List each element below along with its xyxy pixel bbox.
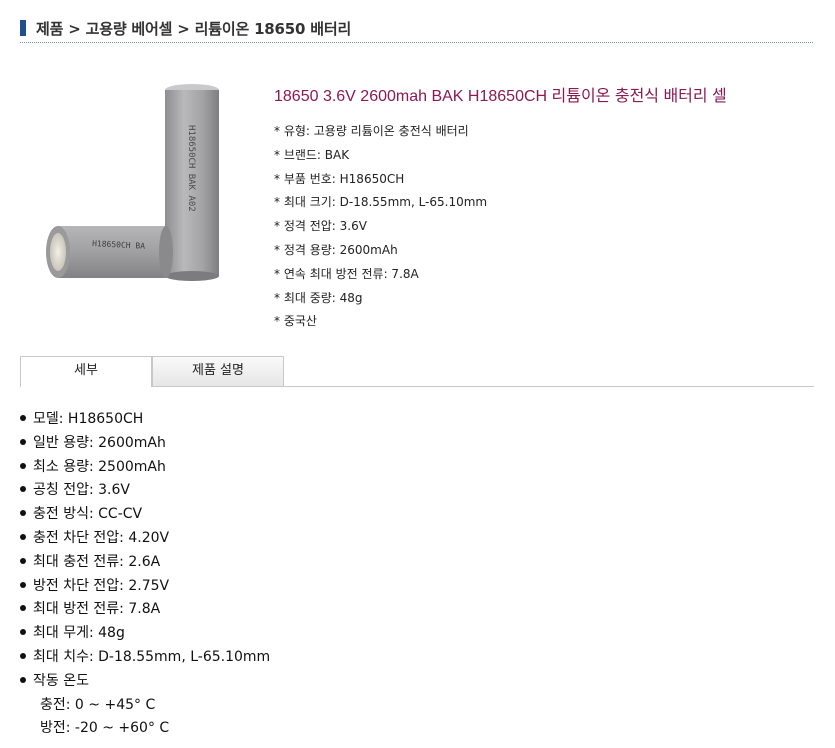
- bullet-icon: [20, 462, 26, 469]
- spec-item: * 중국산: [274, 314, 317, 329]
- list-item: 최대 방전 전류: 7.8A: [20, 598, 270, 622]
- spec-item: * 최대 중량: 48g: [274, 290, 363, 305]
- spec-item: * 정격 전압: 3.6V: [274, 219, 367, 234]
- list-item: 모델: H18650CH: [20, 408, 270, 432]
- spec-item: * 연속 최대 방전 전류: 7.8A: [274, 266, 419, 281]
- list-item: 최대 무게: 48g: [20, 622, 270, 646]
- list-item: 작동 온도: [20, 670, 270, 694]
- list-item: 일반 용량: 2600mAh: [20, 432, 270, 456]
- detail-list: 모델: H18650CH 일반 용량: 2600mAh 최소 용량: 2500m…: [20, 408, 270, 741]
- operating-temp-discharge: 방전: -20 ~ +60° C: [40, 720, 170, 737]
- list-item: 충전 차단 전압: 4.20V: [20, 527, 270, 551]
- spec-list: * 유형: 고용량 리튬이온 충전식 배터리 * 브랜드: BAK * 부품 번…: [274, 120, 487, 334]
- bullet-icon: [20, 415, 26, 421]
- spec-item: * 정격 용량: 2600mAh: [274, 242, 398, 257]
- list-item: 충전 방식: CC-CV: [20, 503, 270, 527]
- breadcrumb-marker: [20, 20, 26, 36]
- spec-item: * 최대 크기: D-18.55mm, L-65.10mm: [274, 195, 488, 210]
- list-item: 방전 차단 전압: 2.75V: [20, 575, 270, 599]
- list-item: 최대 치수: D-18.55mm, L-65.10mm: [20, 646, 270, 670]
- list-item: 최대 충전 전류: 2.6A: [20, 551, 270, 575]
- operating-temp-charge: 충전: 0 ~ +45° C: [40, 696, 156, 713]
- bullet-icon: [20, 581, 26, 588]
- product-title: 18650 3.6V 2600mah BAK H18650CH 리튬이온 충전식…: [274, 88, 727, 105]
- lying-cell: H18650CH BA: [46, 226, 173, 278]
- tab-bar: 세부 제품 설명: [20, 356, 814, 387]
- bullet-icon: [20, 605, 26, 612]
- spec-item: * 부품 번호: H18650CH: [274, 171, 405, 186]
- list-item: 최소 용량: 2500mAh: [20, 456, 270, 480]
- spec-item: * 유형: 고용량 리튬이온 충전식 배터리: [274, 124, 469, 138]
- bullet-icon: [20, 510, 26, 517]
- product-image: H18650CH BAK A02 H18650CH BA: [46, 84, 219, 281]
- bullet-icon: [20, 486, 26, 493]
- bullet-icon: [20, 629, 26, 636]
- standing-cell: H18650CH BAK A02: [165, 84, 219, 281]
- tab-detail[interactable]: 세부: [20, 356, 152, 387]
- bullet-icon: [20, 652, 26, 659]
- spec-item: * 브랜드: BAK: [274, 147, 350, 162]
- list-item: 공칭 전압: 3.6V: [20, 479, 270, 503]
- standing-cell-label: H18650CH BAK A02: [186, 125, 196, 212]
- breadcrumb-text[interactable]: 제품 > 고용량 베어셀 > 리튬이온 18650 배터리: [36, 18, 351, 39]
- bullet-icon: [20, 438, 26, 445]
- bullet-icon: [20, 533, 26, 540]
- bullet-icon: [20, 676, 26, 683]
- breadcrumb: 제품 > 고용량 베어셀 > 리튬이온 18650 배터리: [20, 16, 813, 43]
- tab-description[interactable]: 제품 설명: [152, 356, 284, 386]
- bullet-icon: [20, 557, 26, 564]
